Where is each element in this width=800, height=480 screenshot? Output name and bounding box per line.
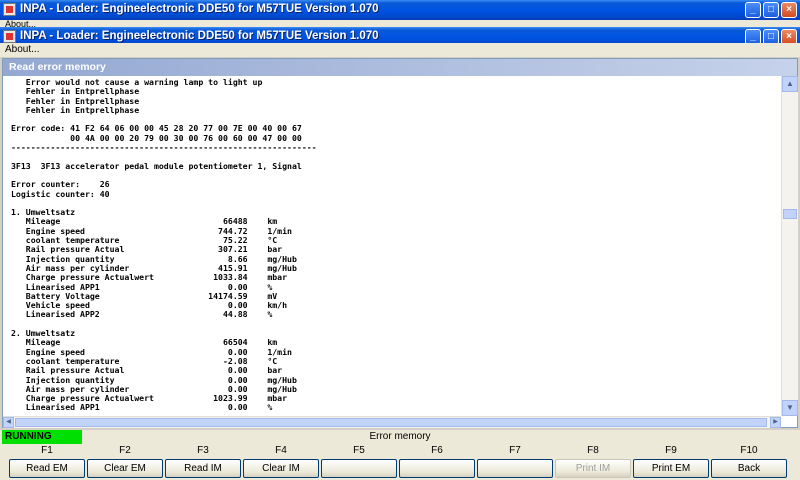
- output-line: Linearised APP2 44.88 %: [11, 309, 273, 320]
- f6-button[interactable]: [399, 459, 475, 478]
- inner-window-title: INPA - Loader: Engineelectronic DDE50 fo…: [20, 30, 379, 42]
- app-icon[interactable]: [3, 30, 16, 43]
- fkey-label: F9: [665, 445, 677, 456]
- fkey-label: F7: [509, 445, 521, 456]
- close-icon[interactable]: ×: [781, 2, 797, 18]
- read-im-button[interactable]: Read IM: [165, 459, 241, 478]
- scroll-down-icon[interactable]: ▼: [782, 400, 798, 416]
- horizontal-scrollbar[interactable]: ◀ ▶: [3, 416, 781, 428]
- fkey-label: F6: [431, 445, 443, 456]
- print-em-button[interactable]: Print EM: [633, 459, 709, 478]
- fkey-label: F10: [740, 445, 758, 456]
- output-text: Error would not cause a warning lamp to …: [3, 76, 781, 413]
- fkey-label: F2: [119, 445, 131, 456]
- scroll-left-icon[interactable]: ◀: [3, 417, 14, 428]
- fkey-f9: F9 Print EM: [633, 444, 709, 478]
- error-memory-panel: Read error memory Error would not cause …: [2, 58, 798, 428]
- fkey-f1: F1 Read EM: [9, 444, 85, 478]
- fkey-label: F8: [587, 445, 599, 456]
- running-status-badge: RUNNING: [2, 430, 82, 444]
- fkey-label: F5: [353, 445, 365, 456]
- fkey-f5: F5: [321, 444, 397, 478]
- read-em-button[interactable]: Read EM: [9, 459, 85, 478]
- output-line: Error counter: 26: [11, 179, 110, 190]
- fkey-f3: F3 Read IM: [165, 444, 241, 478]
- output-line: Logistic counter: 40: [11, 188, 110, 199]
- error-memory-output[interactable]: Error would not cause a warning lamp to …: [3, 76, 781, 416]
- clear-em-button[interactable]: Clear EM: [87, 459, 163, 478]
- outer-window-titlebar[interactable]: INPA - Loader: Engineelectronic DDE50 fo…: [0, 0, 800, 20]
- output-line: Fehler in Entprellphase: [11, 104, 140, 115]
- fkey-f8: F8 Print IM: [555, 444, 631, 478]
- fkey-f6: F6: [399, 444, 475, 478]
- fkey-f10: F10 Back: [711, 444, 787, 478]
- fkey-label: F4: [275, 445, 287, 456]
- fkey-f2: F2 Clear EM: [87, 444, 163, 478]
- fkey-label: F1: [41, 445, 53, 456]
- minimize-icon[interactable]: _: [745, 2, 761, 18]
- f5-button[interactable]: [321, 459, 397, 478]
- outer-window-title: INPA - Loader: Engineelectronic DDE50 fo…: [20, 3, 379, 15]
- fkey-f7: F7: [477, 444, 553, 478]
- screen-title: Error memory: [369, 431, 431, 442]
- vertical-scroll-thumb[interactable]: [783, 209, 797, 219]
- fkey-f4: F4 Clear IM: [243, 444, 319, 478]
- print-im-button: Print IM: [555, 459, 631, 478]
- output-line: Linearised APP1 0.00 %: [11, 402, 273, 413]
- output-line: 3F13 3F13 accelerator pedal module poten…: [11, 160, 302, 171]
- maximize-icon[interactable]: □: [763, 2, 779, 18]
- output-line: ----------------------------------------…: [11, 142, 317, 153]
- function-key-bar: F1 Read EM F2 Clear EM F3 Read IM F4 Cle…: [0, 444, 800, 480]
- scroll-right-icon[interactable]: ▶: [770, 417, 781, 428]
- back-button[interactable]: Back: [711, 459, 787, 478]
- clear-im-button[interactable]: Clear IM: [243, 459, 319, 478]
- app-icon[interactable]: [3, 3, 16, 16]
- horizontal-scroll-thumb[interactable]: [15, 418, 767, 427]
- vertical-scrollbar[interactable]: ▲ ▼: [781, 76, 798, 416]
- inner-menubar: About...: [0, 43, 800, 57]
- f7-button[interactable]: [477, 459, 553, 478]
- status-bar: RUNNING Error memory: [0, 430, 800, 444]
- scroll-up-icon[interactable]: ▲: [782, 76, 798, 92]
- inner-menu-about[interactable]: About...: [5, 44, 39, 55]
- fkey-label: F3: [197, 445, 209, 456]
- panel-title: Read error memory: [9, 61, 106, 73]
- panel-header: Read error memory: [3, 59, 797, 76]
